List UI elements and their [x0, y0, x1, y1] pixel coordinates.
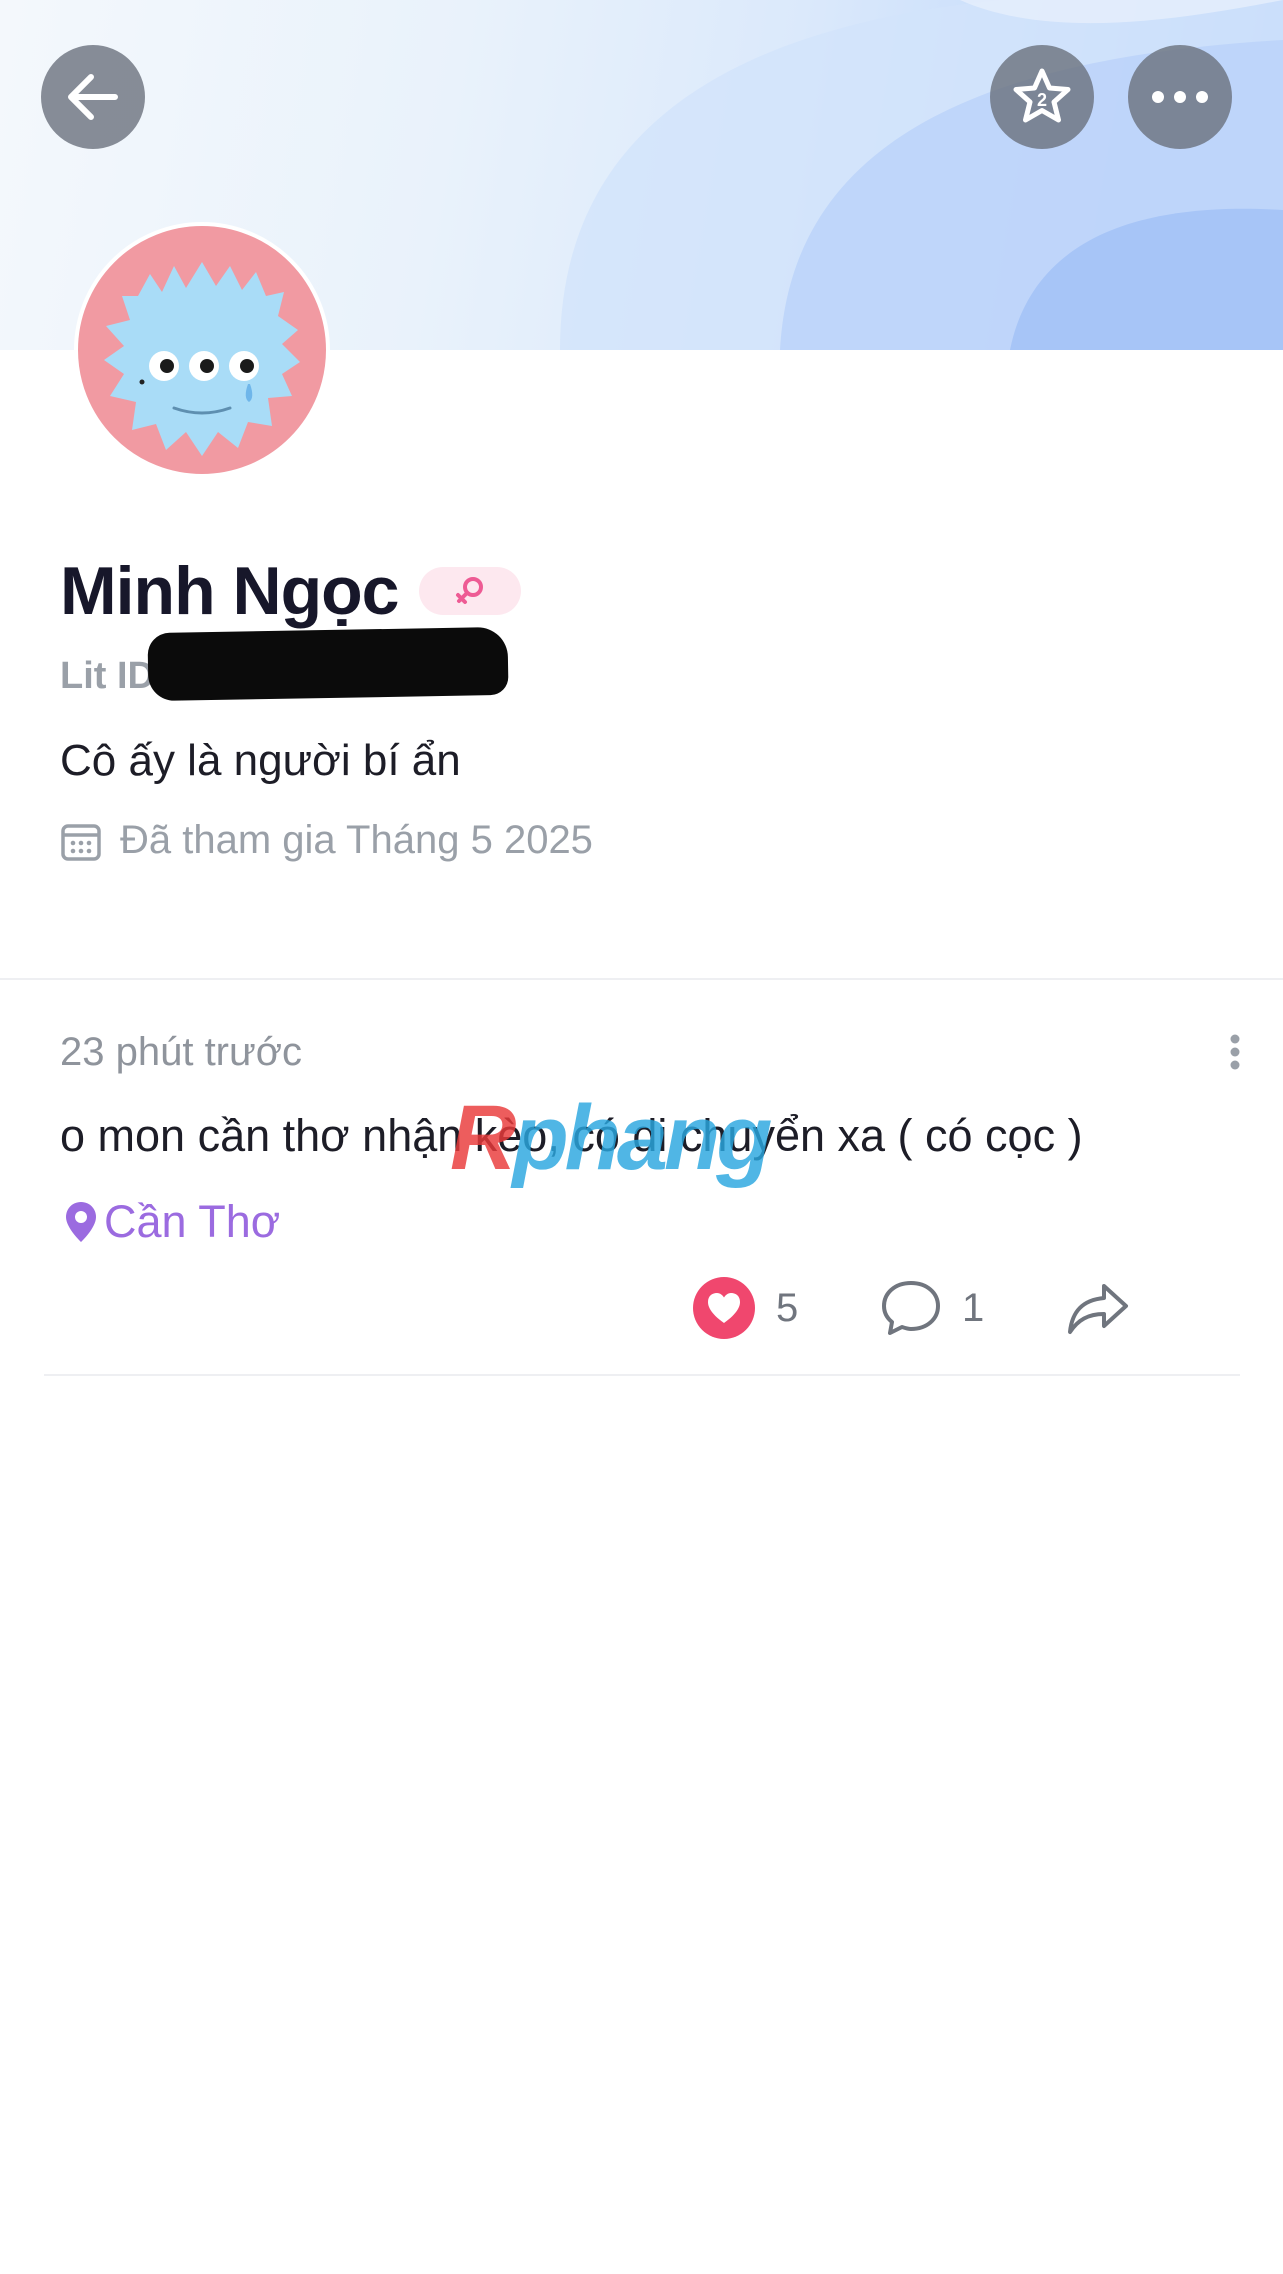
comment-button[interactable]: 1 [880, 1278, 984, 1338]
back-button[interactable] [41, 45, 145, 149]
section-divider [0, 978, 1283, 980]
gender-badge [418, 567, 521, 615]
joined-date-row: Đã tham gia Tháng 5 2025 [60, 818, 593, 863]
post-actions: 5 1 [0, 1276, 1283, 1346]
avatar[interactable] [74, 222, 330, 478]
more-options-button[interactable] [1128, 45, 1232, 149]
post-timestamp: 23 phút trước [60, 1030, 303, 1074]
favorite-button[interactable]: 2 [990, 45, 1094, 149]
share-button[interactable] [1066, 1280, 1130, 1336]
profile-name-row: Minh Ngọc [60, 552, 521, 630]
post-content: o mon cần thơ nhận kèo, có di chuyển xa … [60, 1110, 1083, 1161]
lit-id-row: Lit ID [60, 655, 155, 698]
female-symbol-icon [454, 575, 486, 607]
post-options-button[interactable] [1220, 1030, 1250, 1074]
lit-id-label: Lit ID [60, 655, 155, 697]
calendar-icon [60, 820, 102, 862]
svg-text:2: 2 [1037, 90, 1047, 110]
post-divider [44, 1374, 1240, 1376]
profile-name: Minh Ngọc [60, 553, 400, 629]
heart-filled-icon [692, 1276, 756, 1340]
comment-count: 1 [962, 1285, 985, 1330]
ellipsis-horizontal-icon [1148, 87, 1212, 107]
like-button[interactable]: 5 [692, 1276, 798, 1340]
profile-bio: Cô ấy là người bí ẩn [60, 736, 461, 785]
comment-bubble-icon [880, 1278, 942, 1338]
location-name: Cần Thơ [104, 1196, 281, 1247]
ellipsis-vertical-icon [1229, 1034, 1241, 1070]
location-pin-icon [64, 1200, 98, 1244]
redaction-mark [147, 626, 509, 702]
monster-avatar-icon [104, 262, 300, 456]
star-badge-icon: 2 [1010, 65, 1074, 129]
share-arrow-icon [1066, 1280, 1130, 1336]
joined-date-text: Đã tham gia Tháng 5 2025 [120, 818, 593, 862]
like-count: 5 [776, 1285, 799, 1330]
post-location[interactable]: Cần Thơ [64, 1196, 280, 1248]
arrow-left-icon [61, 65, 125, 129]
